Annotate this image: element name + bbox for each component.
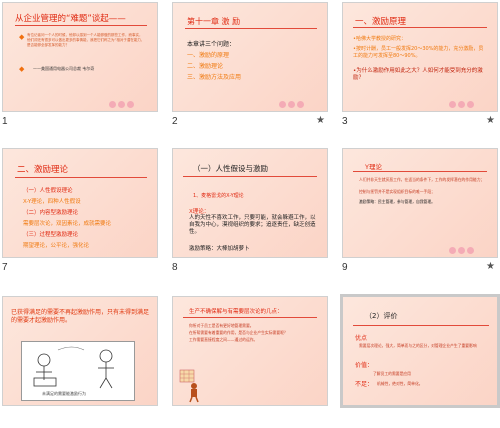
slide-thumbnail-3[interactable]: 一、激励原理 •哈佛大学教授的研究： •按时计酬，员工一般发挥20～30%的能力… [342, 2, 500, 134]
slide-8-line-1: 1、麦格雷戈的X-Y理论 [193, 193, 244, 199]
slide-10-text: 已获得满足的需要不再起激励作用，只有未得到满足的需要才起激励作用。 [11, 309, 150, 324]
slide-number: 7 [2, 262, 8, 273]
slide-8-line-2: X理论： [189, 209, 210, 215]
slide-12-line-6: 机械性，绝对性，简单化。 [377, 381, 423, 386]
slide-2-line-1: 本章讲三个问题： [187, 41, 236, 48]
slide-thumbnail-2[interactable]: 第十一章 激 励 本章讲三个问题： 一、激励的原理 二、激励理论 三、激励方法及… [172, 2, 334, 134]
slide-7-title: 二、激励理论 [17, 165, 69, 175]
slide-number: 3 [342, 116, 348, 127]
slide-12-canvas: （2）评价 优点 需要层次理论，强大，简单而与之的区分，对管理企业产生了重要影响… [340, 294, 500, 408]
slide-10-canvas: 已获得满足的需要不再起激励作用，只有未得到满足的需要才起激励作用。 未满足的需要… [2, 296, 158, 406]
slide-thumbnail-9[interactable]: Y理论 人们并非天生就厌恶工作，在适当的条件下，工作的发挥潜在的作用能力； 控制… [342, 148, 500, 280]
slide-thumbnail-8[interactable]: （一）人性假设与激励 1、麦格雷戈的X-Y理论 X理论： 人的天性不喜欢工作，只… [172, 148, 334, 280]
slide-1-divider [15, 25, 147, 26]
slide-7-divider [15, 177, 147, 178]
star-icon: ★ [316, 115, 325, 126]
slide-8-divider [183, 176, 317, 177]
bullet-icon: ◆ [19, 33, 25, 41]
slide-7-line-4: 需要层次论，双因素论，成就需要论 [23, 221, 112, 227]
slide-2-title: 第十一章 激 励 [187, 17, 241, 26]
slide-number: 8 [172, 262, 178, 273]
cartoon-illustration: 未满足的需要能激励行为 [21, 341, 135, 401]
slide-7-line-2: X-Y理论，四种人性假设 [23, 199, 81, 205]
slide-number: 9 [342, 262, 348, 273]
slide-12-divider [353, 325, 489, 326]
heart-decoration-icon [449, 239, 489, 254]
slide-1-canvas: 从企业管理的“难题”谈起—— ◆ 有位记者问一个人的时候，他却以感到一个人能够做… [2, 2, 158, 112]
slide-2-line-3: 二、激励理论 [187, 63, 224, 70]
slide-1-footer: ——美国通用电器公司总裁 韦尔奇 [33, 66, 95, 71]
slide-2-canvas: 第十一章 激 励 本章讲三个问题： 一、激励的原理 二、激励理论 三、激励方法及… [172, 2, 328, 112]
slide-9-canvas: Y理论 人们并非天生就厌恶工作，在适当的条件下，工作的发挥潜在的作用能力； 控制… [342, 148, 498, 258]
slide-3-line-2: •按时计酬，员工一般发挥20～30%的能力，充分激励，员工的能力可发挥至80～9… [353, 46, 484, 59]
slide-11-canvas: 生产不确保解与有需要层次论的几点： 你所对于员工是否有更好地管理需要。 在所帮需… [172, 296, 328, 406]
slide-7-line-1: （一）人性假设理论 [23, 188, 73, 194]
slide-7-line-5: （三）过程型激励理论 [23, 232, 79, 238]
star-icon: ★ [486, 115, 495, 126]
slide-thumbnail-7[interactable]: 二、激励理论 （一）人性假设理论 X-Y理论，四种人性假设 （二）内容型激励理论… [2, 148, 164, 280]
slide-number: 2 [172, 116, 178, 127]
slide-1-title: 从企业管理的“难题”谈起—— [15, 14, 126, 24]
slide-thumbnail-11[interactable]: 生产不确保解与有需要层次论的几点： 你所对于员工是否有更好地管理需要。 在所帮需… [172, 296, 334, 428]
slide-thumbnail-10[interactable]: 已获得满足的需要不再起激励作用，只有未得到满足的需要才起激励作用。 未满足的需要… [2, 296, 164, 428]
slide-2-line-2: 一、激励的原理 [187, 52, 230, 59]
figure-with-chart-icon [179, 369, 201, 403]
slide-9-divider [353, 171, 487, 172]
slide-11-title: 生产不确保解与有需要层次论的几点： [189, 309, 283, 315]
bullet-icon: ◆ [19, 65, 25, 73]
slide-8-line-3: 人的天性不喜欢工作，只要可能，就会躲避工作，以自我为中心，漠视组织的要求；追逐责… [189, 215, 316, 235]
slide-9-line-3: 激励策略：民主管理，参与管理，自我管理。 [359, 199, 435, 204]
heart-decoration-icon [279, 93, 319, 108]
slide-3-canvas: 一、激励原理 •哈佛大学教授的研究： •按时计酬，员工一般发挥20～30%的能力… [342, 2, 498, 112]
slide-2-divider [185, 28, 317, 29]
slide-12-line-3: 价值： [355, 362, 374, 369]
heart-decoration-icon [109, 93, 149, 108]
slide-3-line-1: •哈佛大学教授的研究： [353, 36, 406, 42]
slide-7-canvas: 二、激励理论 （一）人性假设理论 X-Y理论，四种人性假设 （二）内容型激励理论… [2, 148, 158, 258]
slide-12-line-1: 优点 [355, 335, 368, 342]
slide-7-line-6: 期望理论，公平论，强化论 [23, 243, 90, 249]
slide-3-line-3: •为什么激励作用如此之大？人如何才能受到充分的激励？ [353, 68, 483, 81]
slide-1-quote: 有位记者问一个人的时候，他却以感到一个人能够做的那些工作，而事实，他们却还有很多… [27, 33, 145, 47]
cartoon-caption: 未满足的需要能激励行为 [42, 391, 86, 396]
slide-11-divider [183, 317, 317, 318]
slide-12-line-2: 需要层次理论，强大，简单而与之的区分，对管理企业产生了重要影响 [359, 343, 477, 348]
slide-12-title: （2）评价 [365, 312, 398, 320]
slide-3-title: 一、激励原理 [355, 17, 407, 27]
slide-11-line-2: 在所帮需要有着重要的作用，是否与企业产生实际需要呢？ [189, 330, 288, 335]
slide-9-line-1: 人们并非天生就厌恶工作，在适当的条件下，工作的发挥潜在的作用能力； [359, 177, 485, 182]
slide-2-line-4: 三、激励方法及应用 [187, 74, 242, 81]
slide-7-line-3: （二）内容型激励理论 [23, 210, 79, 216]
slide-12-line-5: 不足： [355, 381, 374, 388]
slide-12-line-4: 了解员工的需要是应用 [373, 371, 411, 376]
slide-11-line-3: 工作需要直接程度之间——通过的运作。 [189, 337, 258, 342]
slide-11-line-1: 你所对于员工是否有更好地管理需要。 [189, 323, 254, 328]
heart-decoration-icon [449, 93, 489, 108]
slide-8-line-4: 激励策略：大棒加胡萝卜 [189, 246, 250, 252]
slide-8-canvas: （一）人性假设与激励 1、麦格雷戈的X-Y理论 X理论： 人的天性不喜欢工作，只… [172, 148, 328, 258]
slide-9-line-2: 控制与惩罚并不是实现组织目标的唯一手段； [359, 189, 435, 194]
star-icon: ★ [486, 261, 495, 272]
slide-9-title: Y理论 [365, 163, 382, 171]
slide-thumbnail-12-selected[interactable]: （2）评价 优点 需要层次理论，强大，简单而与之的区分，对管理企业产生了重要影响… [340, 294, 500, 428]
slide-thumbnail-1[interactable]: 从企业管理的“难题”谈起—— ◆ 有位记者问一个人的时候，他却以感到一个人能够做… [2, 2, 164, 134]
slide-8-title: （一）人性假设与激励 [193, 164, 268, 173]
slide-number: 1 [2, 116, 8, 127]
slide-3-divider [353, 27, 487, 28]
